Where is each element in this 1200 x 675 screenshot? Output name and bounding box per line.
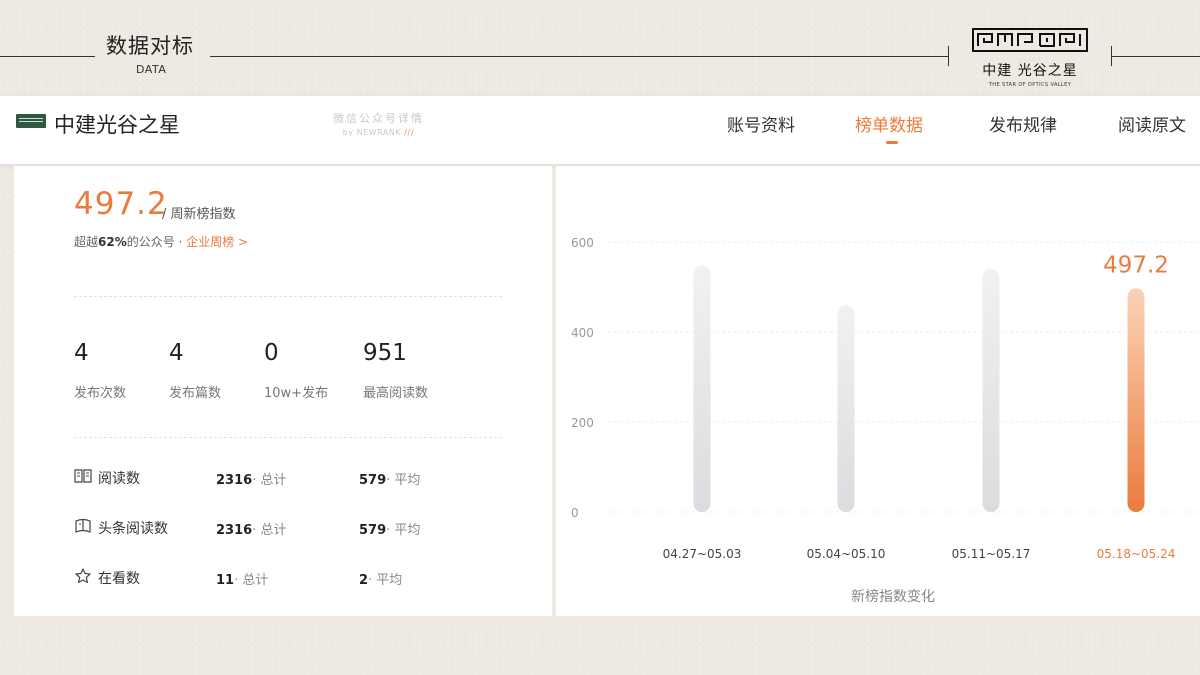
watching-count-total-value: 11 (216, 573, 235, 588)
stat-publish-count-label: 发布次数 (74, 386, 127, 401)
read-count-total: 2316· 总计 (216, 469, 286, 488)
watermark-line1: 微信公众号详情 (333, 112, 424, 125)
stat-article-count-value: 4 (169, 340, 184, 366)
y-tick-label: 0 (571, 506, 579, 520)
tab-read-original[interactable]: 阅读原文 (1118, 111, 1186, 136)
brand-pattern-icon (972, 28, 1088, 52)
app-bar: 中建光谷之星 微信公众号详情 by NEWRANK/// 账号资料 榜单数据 发… (0, 96, 1200, 164)
brand-english-name: THE STAR OF OPTICS VALLEY (988, 82, 1072, 88)
watching-count-average: 2· 平均 (359, 569, 402, 588)
header-line-middle (210, 56, 948, 57)
watching-count-average-suffix: · 平均 (368, 573, 403, 588)
beat-prefix: 超越 (74, 235, 99, 249)
book-icon (74, 469, 92, 483)
headline-read-count-total-value: 2316 (216, 523, 253, 538)
chart-bar-2[interactable] (837, 305, 855, 512)
headline-book-icon (75, 518, 91, 533)
brand-name: 中建 光谷之星 (982, 63, 1078, 79)
chart-bar-4[interactable] (1127, 288, 1145, 512)
divider (74, 437, 502, 438)
headline-read-count-average-suffix: · 平均 (386, 523, 421, 538)
tab-account-profile[interactable]: 账号资料 (727, 111, 795, 136)
stat-max-reads-label: 最高阅读数 (363, 386, 429, 401)
headline-read-count-total-suffix: · 总计 (252, 523, 287, 538)
header-tick-left (948, 46, 949, 66)
x-tick-label: 05.18~05.24 (1097, 547, 1176, 561)
star-icon (75, 568, 91, 584)
headline-read-count-average-value: 579 (359, 523, 387, 538)
watermark-line2: by NEWRANK (342, 128, 401, 137)
read-count-average-value: 579 (359, 473, 387, 488)
beat-suffix: 的公众号 · (126, 235, 187, 249)
header-line-left (0, 56, 95, 57)
stat-article-count-label: 发布篇数 (169, 386, 222, 401)
watermark-mark: /// (403, 128, 415, 137)
watermark-line2-wrap: by NEWRANK/// (333, 128, 424, 137)
headline-read-count-average: 579· 平均 (359, 519, 420, 538)
read-count-label: 阅读数 (98, 471, 140, 487)
account-name: 中建光谷之星 (54, 113, 180, 137)
active-tab-indicator (886, 141, 898, 144)
page-title: 数据对标 (106, 34, 194, 58)
read-count-average-suffix: · 平均 (386, 473, 421, 488)
index-bar-chart: 0 200 400 600 04.27~05.03 05.04~05.10 05.11~0… (571, 236, 1200, 561)
x-tick-label: 04.27~05.03 (663, 547, 742, 561)
stat-max-reads-value: 951 (363, 340, 407, 366)
x-tick-label: 05.04~05.10 (807, 547, 886, 561)
y-tick-label: 200 (571, 416, 594, 430)
summary-panel: 497.2 / 周新榜指数 超越62%的公众号 · 企业周榜 > 4 发布次数 … (14, 166, 552, 616)
read-count-total-value: 2316 (216, 473, 253, 488)
watching-count-total: 11· 总计 (216, 569, 268, 588)
watching-count-label: 在看数 (98, 571, 140, 587)
header-line-right (1111, 56, 1200, 57)
index-chart-panel: 0 200 400 600 04.27~05.03 05.04~05.10 05.11~0… (556, 166, 1200, 616)
highlight-data-label: 497.2 (1103, 252, 1169, 278)
stat-publish-count-value: 4 (74, 340, 89, 366)
newrank-watermark: 微信公众号详情 by NEWRANK/// (333, 110, 424, 137)
chart-bar-1[interactable] (693, 265, 711, 512)
stat-10w-count-label: 10w+发布 (264, 386, 329, 401)
ranking-beat-text: 超越62%的公众号 · 企业周榜 > (74, 233, 248, 250)
read-count-average: 579· 平均 (359, 469, 420, 488)
weekly-index-score: 497.2 (74, 186, 168, 222)
headline-read-count-label: 头条阅读数 (98, 521, 168, 537)
enterprise-weekly-ranking-link[interactable]: 企业周榜 > (186, 235, 248, 249)
divider (74, 296, 502, 297)
stat-10w-count-value: 0 (264, 340, 279, 366)
read-count-total-suffix: · 总计 (252, 473, 287, 488)
chart-title: 新榜指数变化 (851, 589, 935, 605)
y-tick-label: 400 (571, 326, 594, 340)
account-logo-icon (16, 114, 46, 128)
weekly-index-label: / 周新榜指数 (162, 207, 236, 222)
headline-read-count-total: 2316· 总计 (216, 519, 286, 538)
beat-percentage: 62% (98, 235, 127, 249)
chart-bar-3[interactable] (982, 269, 1000, 512)
watching-count-average-value: 2 (359, 573, 369, 588)
brand-logo: 中建 光谷之星 THE STAR OF OPTICS VALLEY (970, 28, 1090, 88)
tab-publishing-pattern[interactable]: 发布规律 (989, 111, 1057, 136)
page-subtitle: DATA (136, 63, 167, 76)
y-tick-label: 600 (571, 236, 594, 250)
tab-ranking-data[interactable]: 榜单数据 (855, 111, 923, 136)
x-tick-label: 05.11~05.17 (952, 547, 1031, 561)
watching-count-total-suffix: · 总计 (234, 573, 269, 588)
